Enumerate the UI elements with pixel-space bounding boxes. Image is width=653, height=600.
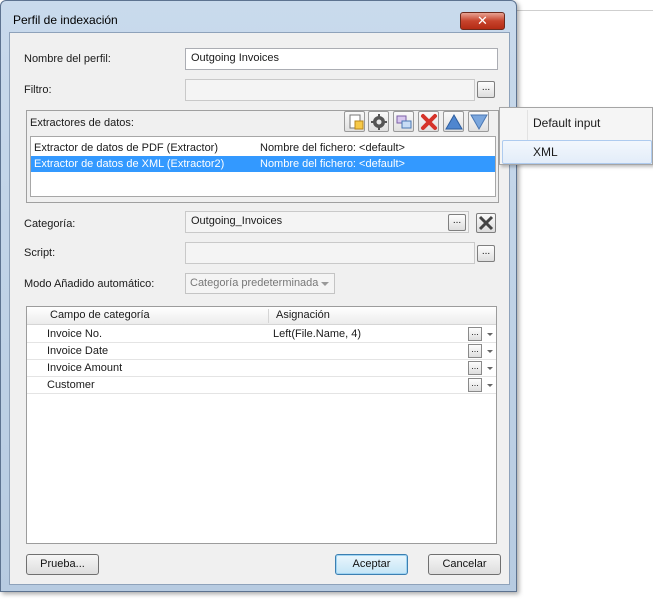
- column-header-field[interactable]: Campo de categoría: [50, 309, 150, 321]
- field-name: Invoice No.: [47, 328, 103, 340]
- filter-browse-button[interactable]: ...: [477, 81, 495, 98]
- chevron-down-icon[interactable]: [487, 367, 493, 370]
- data-extractors-label: Extractores de datos:: [30, 117, 134, 129]
- table-row[interactable]: Customer ...: [27, 377, 496, 394]
- filter-label: Filtro:: [24, 84, 52, 96]
- profile-name-label: Nombre del perfil:: [24, 53, 111, 65]
- auto-mode-select[interactable]: Categoría predeterminada: [185, 273, 335, 294]
- indexing-profile-dialog: Perfil de indexación ✕ Nombre del perfil…: [0, 0, 517, 592]
- auto-mode-value: Categoría predeterminada: [190, 277, 319, 289]
- move-down-icon: [470, 114, 488, 131]
- grid-header: Campo de categoría Asignación: [27, 307, 496, 325]
- field-name: Invoice Amount: [47, 362, 123, 374]
- row-browse-button[interactable]: ...: [468, 378, 482, 392]
- data-extractors-group: Extractores de datos: Extractor de datos…: [26, 110, 499, 203]
- chevron-down-icon[interactable]: [487, 350, 493, 353]
- extractor-file: Nombre del fichero: <default>: [260, 142, 405, 154]
- copy-extractor-button[interactable]: [393, 111, 414, 132]
- gear-icon: [371, 114, 387, 130]
- menu-item-xml[interactable]: XML: [502, 140, 652, 164]
- new-extractor-button[interactable]: [344, 111, 365, 132]
- script-input[interactable]: [185, 242, 475, 264]
- new-extractor-popup-menu: Default input XML: [499, 107, 653, 165]
- extractor-row-pdf[interactable]: Extractor de datos de PDF (Extractor) No…: [31, 140, 495, 156]
- configure-extractor-button[interactable]: [368, 111, 389, 132]
- delete-extractor-button[interactable]: [418, 111, 439, 132]
- table-row[interactable]: Invoice Amount ...: [27, 360, 496, 377]
- extractor-name: Extractor de datos de PDF (Extractor): [34, 142, 219, 154]
- category-fields-grid[interactable]: Campo de categoría Asignación Invoice No…: [26, 306, 497, 544]
- background-divider: [515, 10, 653, 11]
- close-icon: [478, 215, 494, 231]
- copy-icon: [396, 115, 412, 129]
- dialog-body: Nombre del perfil: Outgoing Invoices Fil…: [9, 32, 510, 585]
- move-up-icon: [445, 113, 463, 130]
- column-separator[interactable]: [268, 309, 269, 323]
- title-bar[interactable]: Perfil de indexación ✕: [1, 1, 516, 31]
- delete-icon: [421, 114, 437, 130]
- field-name: Customer: [47, 379, 95, 391]
- table-row[interactable]: Invoice No. Left(File.Name, 4) ...: [27, 326, 496, 343]
- table-row[interactable]: Invoice Date ...: [27, 343, 496, 360]
- script-browse-button[interactable]: ...: [477, 245, 495, 262]
- script-label: Script:: [24, 247, 56, 259]
- row-browse-button[interactable]: ...: [468, 327, 482, 341]
- extractors-list[interactable]: Extractor de datos de PDF (Extractor) No…: [30, 136, 496, 197]
- column-header-assignment[interactable]: Asignación: [276, 309, 330, 321]
- move-up-button[interactable]: [443, 111, 464, 132]
- clear-category-button[interactable]: [476, 213, 496, 233]
- row-browse-button[interactable]: ...: [468, 344, 482, 358]
- row-browse-button[interactable]: ...: [468, 361, 482, 375]
- filter-input[interactable]: [185, 79, 475, 101]
- extractor-file: Nombre del fichero: <default>: [260, 158, 405, 170]
- dialog-title: Perfil de indexación: [13, 13, 118, 27]
- move-down-button[interactable]: [468, 111, 489, 132]
- field-name: Invoice Date: [47, 345, 109, 357]
- category-browse-button[interactable]: ...: [448, 214, 466, 231]
- auto-mode-label: Modo Añadido automático:: [24, 278, 155, 290]
- extractor-name: Extractor de datos de XML (Extractor2): [34, 158, 225, 170]
- accept-button[interactable]: Aceptar: [335, 554, 408, 575]
- chevron-down-icon[interactable]: [487, 384, 493, 387]
- category-input[interactable]: Outgoing_Invoices: [185, 211, 469, 233]
- menu-item-default-input[interactable]: Default input: [502, 111, 652, 135]
- new-document-icon: [349, 114, 364, 130]
- extractor-row-xml[interactable]: Extractor de datos de XML (Extractor2) N…: [31, 156, 495, 172]
- close-button[interactable]: ✕: [460, 12, 505, 30]
- category-label: Categoría:: [24, 218, 76, 230]
- chevron-down-icon: [321, 282, 329, 286]
- field-assignment[interactable]: Left(File.Name, 4): [273, 328, 361, 340]
- profile-name-input[interactable]: Outgoing Invoices: [185, 48, 498, 70]
- chevron-down-icon[interactable]: [487, 333, 493, 336]
- test-button[interactable]: Prueba...: [26, 554, 99, 575]
- cancel-button[interactable]: Cancelar: [428, 554, 501, 575]
